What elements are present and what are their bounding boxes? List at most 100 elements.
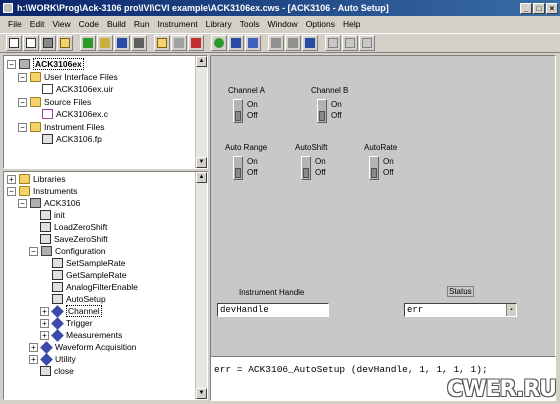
menu-help[interactable]: Help bbox=[339, 19, 364, 29]
menu-instrument[interactable]: Instrument bbox=[153, 19, 201, 29]
tree-item[interactable]: LoadZeroShift bbox=[40, 221, 107, 233]
tree-item[interactable]: ACK3106.fp bbox=[42, 133, 102, 145]
menu-options[interactable]: Options bbox=[302, 19, 339, 29]
menu-file[interactable]: File bbox=[4, 19, 26, 29]
scrollbar[interactable]: ▲ ▼ bbox=[195, 56, 207, 168]
close-button[interactable]: × bbox=[546, 2, 558, 14]
menu-window[interactable]: Window bbox=[263, 19, 301, 29]
tree-item[interactable]: − User Interface Files bbox=[18, 71, 118, 83]
maximize-button[interactable]: □ bbox=[533, 2, 545, 14]
replace-button[interactable] bbox=[245, 35, 261, 51]
scroll-up-icon[interactable]: ▲ bbox=[196, 56, 207, 67]
folder-icon bbox=[19, 174, 30, 184]
expand-icon[interactable]: + bbox=[40, 318, 49, 328]
tree-item[interactable]: − Instruments bbox=[7, 185, 77, 197]
dropdown-arrow-icon[interactable]: ▪ bbox=[506, 304, 516, 316]
collapse-icon[interactable]: − bbox=[29, 246, 38, 256]
instrument-icon bbox=[30, 198, 41, 208]
paste-button[interactable] bbox=[211, 35, 227, 51]
debug-button[interactable] bbox=[114, 35, 130, 51]
class-diamond-icon bbox=[40, 352, 53, 366]
menu-code[interactable]: Code bbox=[75, 19, 103, 29]
tree-item[interactable]: AnalogFilterEnable bbox=[52, 281, 138, 293]
tree-item[interactable]: ACK3106ex.uir bbox=[42, 83, 113, 95]
menu-view[interactable]: View bbox=[48, 19, 74, 29]
menu-build[interactable]: Build bbox=[103, 19, 130, 29]
find-button[interactable] bbox=[228, 35, 244, 51]
status-field[interactable]: err ▪ bbox=[404, 303, 517, 317]
tree-item[interactable]: − ACK3106 bbox=[18, 197, 80, 209]
folder-icon bbox=[30, 97, 41, 107]
expand-icon[interactable]: + bbox=[29, 342, 38, 352]
run-button[interactable] bbox=[80, 35, 96, 51]
tree-item[interactable]: + Utility bbox=[29, 352, 76, 366]
menu-library[interactable]: Library bbox=[202, 19, 236, 29]
menu-tools[interactable]: Tools bbox=[236, 19, 264, 29]
tree-item[interactable]: + Trigger bbox=[40, 316, 93, 330]
cut-icon bbox=[174, 38, 184, 48]
expand-icon[interactable]: + bbox=[40, 330, 49, 340]
tree-item[interactable]: SaveZeroShift bbox=[40, 233, 108, 245]
collapse-icon[interactable]: − bbox=[18, 72, 27, 82]
instrument-handle-field[interactable]: devHandle bbox=[217, 303, 329, 317]
new-button[interactable] bbox=[6, 35, 22, 51]
library-tree[interactable]: + Libraries − Instruments − ACK3106 init… bbox=[3, 171, 208, 400]
tile-button[interactable] bbox=[325, 35, 341, 51]
tree-root[interactable]: − ACK3106ex bbox=[7, 58, 84, 70]
collapse-icon[interactable]: − bbox=[18, 97, 27, 107]
build-button[interactable] bbox=[97, 35, 113, 51]
tree-item[interactable]: + Waveform Acquisition bbox=[29, 340, 136, 354]
tree-item[interactable]: − Source Files bbox=[18, 96, 91, 108]
auto-range-switch[interactable] bbox=[233, 156, 243, 180]
scroll-up-icon[interactable]: ▲ bbox=[196, 172, 207, 183]
tree-item[interactable]: − Instrument Files bbox=[18, 121, 104, 133]
tree-item[interactable]: − Configuration bbox=[29, 245, 106, 257]
folder-icon bbox=[19, 186, 30, 196]
autorate-switch[interactable] bbox=[369, 156, 379, 180]
tree-item[interactable]: SetSampleRate bbox=[52, 257, 126, 269]
print-button[interactable] bbox=[154, 35, 170, 51]
menu-edit[interactable]: Edit bbox=[26, 19, 49, 29]
class-diamond-icon bbox=[51, 304, 64, 318]
tree-item[interactable]: + Measurements bbox=[40, 328, 122, 342]
help-button[interactable] bbox=[302, 35, 318, 51]
open-button[interactable] bbox=[23, 35, 39, 51]
tree-item[interactable]: GetSampleRate bbox=[52, 269, 126, 281]
autoshift-switch[interactable] bbox=[301, 156, 311, 180]
expand-icon[interactable]: + bbox=[29, 354, 38, 364]
title-bar: h:\WORK\Prog\Ack-3106 pro\IVI\CVI exampl… bbox=[0, 0, 560, 16]
scrollbar[interactable]: ▲ ▼ bbox=[195, 172, 207, 399]
cut-button[interactable] bbox=[171, 35, 187, 51]
tree-item[interactable]: close bbox=[40, 365, 74, 377]
close-window-button[interactable] bbox=[359, 35, 375, 51]
scroll-down-icon[interactable]: ▼ bbox=[196, 388, 207, 399]
scroll-down-icon[interactable]: ▼ bbox=[196, 157, 207, 168]
tile-icon bbox=[328, 38, 338, 48]
expand-icon[interactable]: + bbox=[40, 306, 49, 316]
function-panel-button[interactable] bbox=[285, 35, 301, 51]
folder-button[interactable] bbox=[57, 35, 73, 51]
collapse-icon[interactable]: − bbox=[18, 122, 27, 132]
expand-icon[interactable]: + bbox=[7, 174, 16, 184]
tree-item-selected[interactable]: + Channel bbox=[40, 304, 102, 318]
menu-run[interactable]: Run bbox=[130, 19, 154, 29]
cascade-button[interactable] bbox=[342, 35, 358, 51]
bookmark-button[interactable] bbox=[268, 35, 284, 51]
save-button[interactable] bbox=[40, 35, 56, 51]
collapse-icon[interactable]: − bbox=[7, 59, 16, 69]
breakpoint-button[interactable] bbox=[131, 35, 147, 51]
new-icon bbox=[9, 38, 19, 48]
minimize-button[interactable]: _ bbox=[520, 2, 532, 14]
project-tree[interactable]: − ACK3106ex − User Interface Files ACK31… bbox=[3, 55, 208, 169]
help-icon bbox=[305, 38, 315, 48]
copy-button[interactable] bbox=[188, 35, 204, 51]
tree-item[interactable]: ACK3106ex.c bbox=[42, 108, 108, 120]
channel-a-switch[interactable] bbox=[233, 99, 243, 123]
collapse-icon[interactable]: − bbox=[7, 186, 16, 196]
tree-item[interactable]: init bbox=[40, 209, 65, 221]
tree-item[interactable]: AutoSetup bbox=[52, 293, 106, 305]
collapse-icon[interactable]: − bbox=[18, 198, 27, 208]
tree-item[interactable]: + Libraries bbox=[7, 173, 66, 185]
channel-b-label: Channel B bbox=[311, 86, 349, 95]
channel-b-switch[interactable] bbox=[317, 99, 327, 123]
